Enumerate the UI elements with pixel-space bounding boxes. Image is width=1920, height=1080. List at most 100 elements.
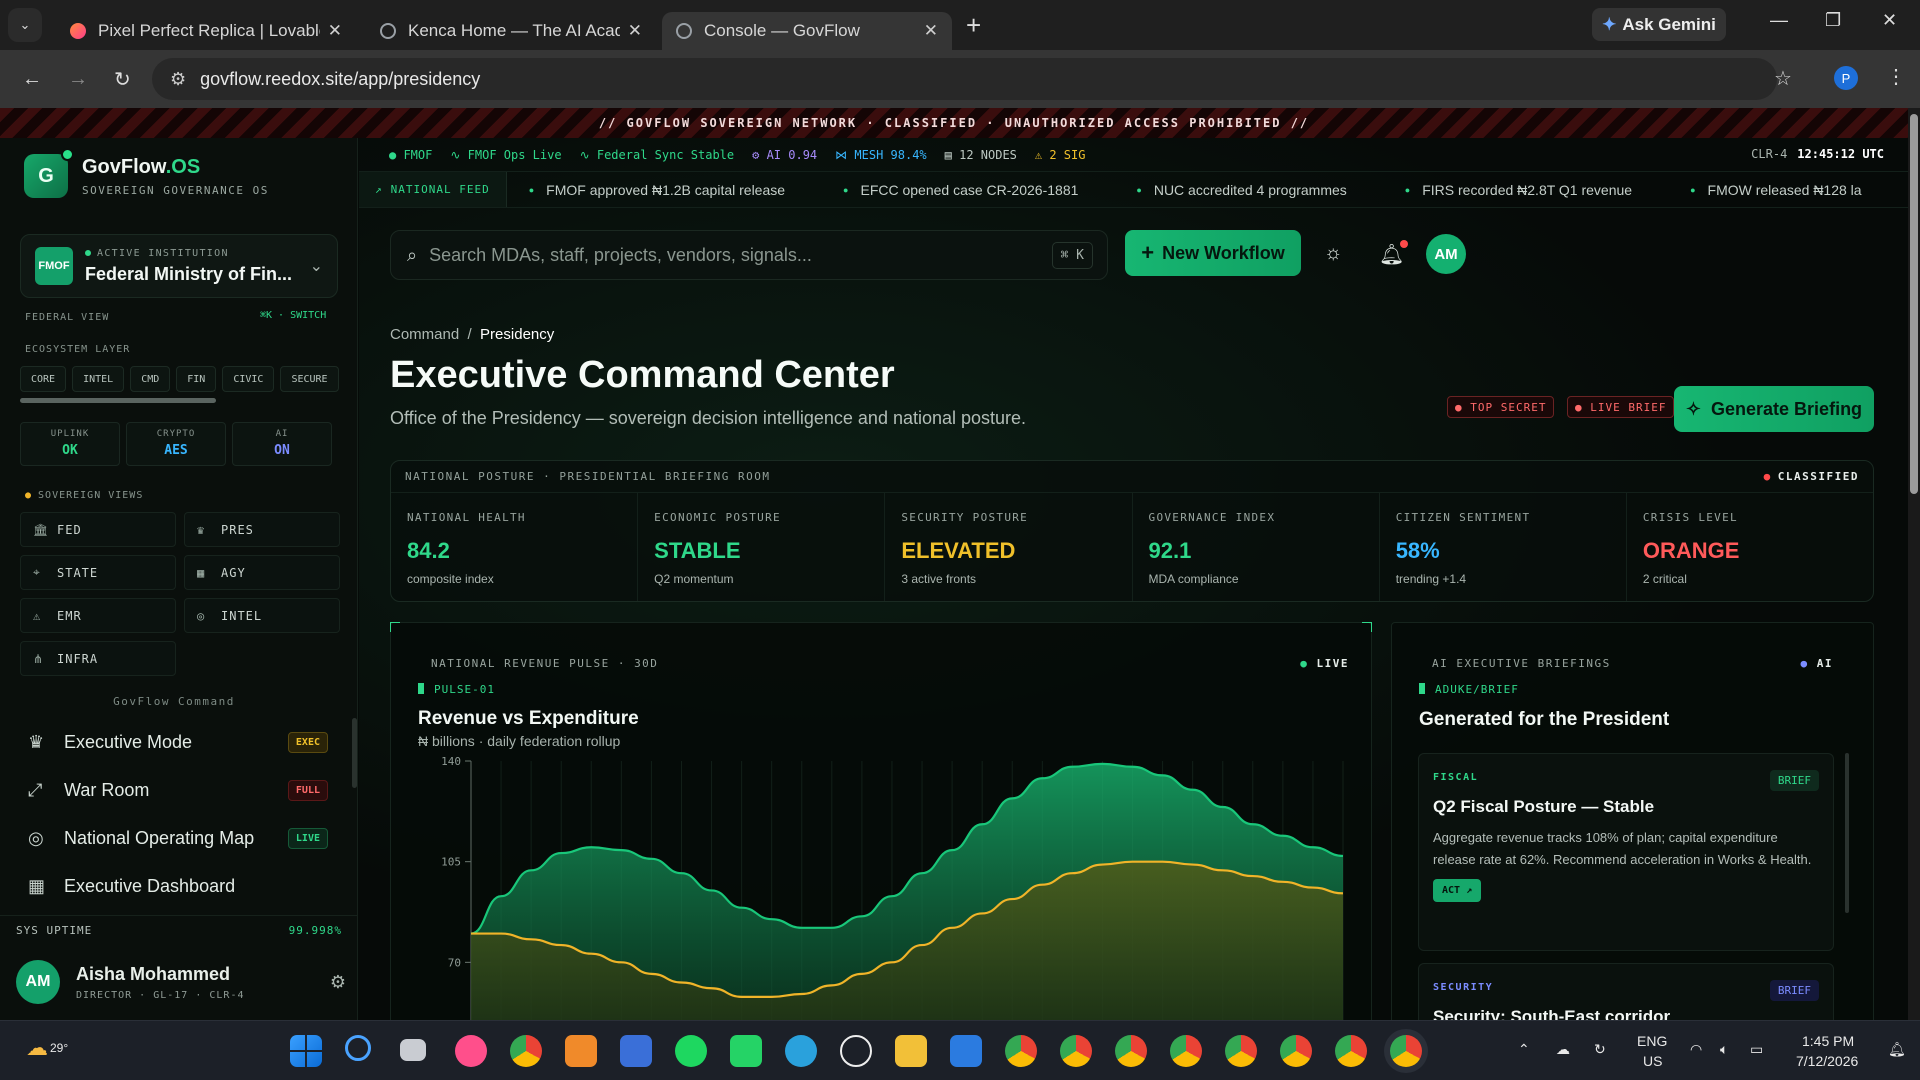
bell-icon[interactable]: 🔔︎	[1379, 240, 1409, 267]
chrome-profile-icon[interactable]	[1170, 1035, 1202, 1067]
menu-executive-dashboard[interactable]: ▦ Executive Dashboard	[28, 876, 328, 897]
menu-executive-mode[interactable]: ♛ Executive Mode EXEC	[28, 732, 328, 753]
feed-item[interactable]: FIRS recorded ₦2.8T Q1 revenue	[1405, 182, 1632, 198]
volume-icon[interactable]: 🔈︎	[1720, 1041, 1728, 1058]
tab-1[interactable]: Pixel Perfect Replica | Lovable ✕	[56, 12, 356, 50]
briefings-scrollbar[interactable]	[1845, 753, 1849, 913]
spotify-icon[interactable]	[675, 1035, 707, 1067]
menu-war-room[interactable]: ⤢ War Room FULL	[28, 780, 328, 801]
view-fed[interactable]: 🏛 FED	[20, 512, 176, 547]
posture-cell[interactable]: SECURITY POSTURE ELEVATED 3 active fronts	[885, 493, 1133, 601]
act-button[interactable]: ACT ↗	[1433, 879, 1482, 902]
start-icon[interactable]	[290, 1035, 322, 1067]
brief-card[interactable]: SECURITY BRIEF Security: South-East corr…	[1418, 963, 1834, 1020]
minimize-icon[interactable]: —	[1770, 10, 1788, 31]
new-tab-button[interactable]: +	[966, 10, 981, 41]
layer-chip[interactable]: CMD	[130, 366, 171, 392]
breadcrumb-parent[interactable]: Command	[390, 326, 459, 343]
task-view-icon[interactable]	[400, 1039, 426, 1061]
layer-chip[interactable]: FIN	[176, 366, 217, 392]
view-emr[interactable]: ⚠ EMR	[20, 598, 176, 633]
ask-gemini-button[interactable]: ✦ Ask Gemini	[1592, 8, 1726, 41]
posture-cell[interactable]: GOVERNANCE INDEX 92.1 MDA compliance	[1133, 493, 1380, 601]
menu-national-map[interactable]: ◎ National Operating Map LIVE	[28, 828, 328, 849]
menu-kebab-icon[interactable]: ⋮	[1886, 64, 1906, 89]
profile-avatar[interactable]: P	[1834, 66, 1858, 90]
region-indicator[interactable]: US	[1643, 1053, 1662, 1069]
posture-cell[interactable]: CRISIS LEVEL ORANGE 2 critical	[1627, 493, 1873, 601]
tab-2[interactable]: Kenca Home — The AI Academy ✕	[366, 12, 656, 50]
posture-cell[interactable]: CITIZEN SENTIMENT 58% trending +1.4	[1380, 493, 1627, 601]
horizontal-scrollbar[interactable]	[20, 398, 216, 403]
view-pres[interactable]: ♛ PRES	[184, 512, 340, 547]
notification-icon[interactable]: 🔔︎	[1888, 1041, 1906, 1058]
sidebar-scrollbar[interactable]	[352, 718, 357, 788]
back-icon[interactable]: ←	[22, 68, 46, 91]
brand[interactable]: G GovFlow.OS SOVEREIGN GOVERNANCE OS	[24, 148, 269, 198]
itunes-icon[interactable]	[455, 1035, 487, 1067]
switch-shortcut[interactable]: ⌘K · SWITCH	[260, 310, 326, 321]
chrome-profile-icon[interactable]	[1060, 1035, 1092, 1067]
view-agy[interactable]: ▦ AGY	[184, 555, 340, 590]
page-scrollbar[interactable]	[1908, 108, 1920, 1020]
restore-icon[interactable]: ❐	[1825, 10, 1841, 31]
view-intel[interactable]: ◎ INTEL	[184, 598, 340, 633]
media-player-icon[interactable]	[565, 1035, 597, 1067]
battery-icon[interactable]: ▭	[1750, 1041, 1763, 1058]
search-icon[interactable]	[345, 1035, 371, 1061]
gear-icon[interactable]: ⚙	[330, 972, 346, 993]
close-tab-icon[interactable]: ✕	[628, 21, 642, 41]
view-state[interactable]: ⌖ STATE	[20, 555, 176, 590]
close-tab-icon[interactable]: ✕	[328, 21, 342, 41]
institution-switcher[interactable]: FMOF ACTIVE INSTITUTION Federal Ministry…	[20, 234, 338, 298]
posture-cell[interactable]: NATIONAL HEALTH 84.2 composite index	[391, 493, 639, 601]
chrome-icon[interactable]	[510, 1035, 542, 1067]
site-info-icon[interactable]: ⚙	[170, 69, 186, 90]
cloud-off-icon[interactable]: ☁	[1556, 1041, 1570, 1058]
scrollbar-thumb[interactable]	[1910, 114, 1918, 494]
layer-chip[interactable]: CORE	[20, 366, 67, 392]
chrome-active-icon[interactable]	[1390, 1035, 1422, 1067]
feed-item[interactable]: FMOW released ₦128 la	[1690, 182, 1862, 198]
new-workflow-button[interactable]: + New Workflow	[1125, 230, 1301, 276]
close-tab-icon[interactable]: ✕	[924, 21, 938, 41]
chatgpt-icon[interactable]	[840, 1035, 872, 1067]
posture-cell[interactable]: ECONOMIC POSTURE STABLE Q2 momentum	[638, 493, 886, 601]
search-input[interactable]: ⌕ Search MDAs, staff, projects, vendors,…	[390, 230, 1108, 280]
chevron-up-icon[interactable]: ⌃	[1518, 1041, 1530, 1058]
reload-icon[interactable]: ↻	[114, 67, 138, 92]
user-profile[interactable]: AM Aisha Mohammed DIRECTOR · GL-17 · CLR…	[16, 960, 346, 1004]
tab-search-button[interactable]: ⌄	[8, 8, 42, 42]
telegram-icon[interactable]	[785, 1035, 817, 1067]
bookmark-star-icon[interactable]: ☆	[1774, 66, 1792, 91]
file-explorer-icon[interactable]	[895, 1035, 927, 1067]
url-bar[interactable]: ⚙ govflow.reedox.site/app/presidency	[152, 58, 1777, 100]
chrome-profile-icon[interactable]	[1280, 1035, 1312, 1067]
layer-chip[interactable]: CIVIC	[222, 366, 275, 392]
wifi-icon[interactable]: ◠	[1690, 1041, 1702, 1058]
chrome-profile-icon[interactable]	[1005, 1035, 1037, 1067]
language-indicator[interactable]: ENG	[1637, 1033, 1667, 1049]
clock-date[interactable]: 7/12/2026	[1796, 1053, 1858, 1069]
whatsapp-icon[interactable]	[730, 1035, 762, 1067]
theme-toggle-icon[interactable]: ☼	[1324, 242, 1342, 265]
clock-time[interactable]: 1:45 PM	[1802, 1033, 1854, 1049]
tab-3[interactable]: Console — GovFlow ✕	[662, 12, 952, 50]
chrome-profile-icon[interactable]	[1335, 1035, 1367, 1067]
layer-chip[interactable]: SECURE	[280, 366, 339, 392]
feed-item[interactable]: FMOF approved ₦1.2B capital release	[529, 182, 785, 198]
brief-card[interactable]: FISCAL BRIEF Q2 Fiscal Posture — Stable …	[1418, 753, 1834, 951]
sync-icon[interactable]: ↻	[1594, 1041, 1606, 1058]
forward-icon[interactable]: →	[68, 68, 92, 91]
feed-item[interactable]: EFCC opened case CR-2026-1881	[843, 182, 1078, 198]
feed-item[interactable]: NUC accredited 4 programmes	[1136, 182, 1347, 198]
weather-widget[interactable]: ☁ 29°	[26, 1035, 68, 1061]
generate-briefing-button[interactable]: ✧ Generate Briefing	[1674, 386, 1874, 432]
avatar[interactable]: AM	[1426, 234, 1466, 274]
view-infra[interactable]: ⋔ INFRA	[20, 641, 176, 676]
app-icon[interactable]	[950, 1035, 982, 1067]
close-window-icon[interactable]: ✕	[1882, 10, 1897, 31]
chrome-profile-icon[interactable]	[1115, 1035, 1147, 1067]
chrome-profile-icon[interactable]	[1225, 1035, 1257, 1067]
app-icon[interactable]	[620, 1035, 652, 1067]
